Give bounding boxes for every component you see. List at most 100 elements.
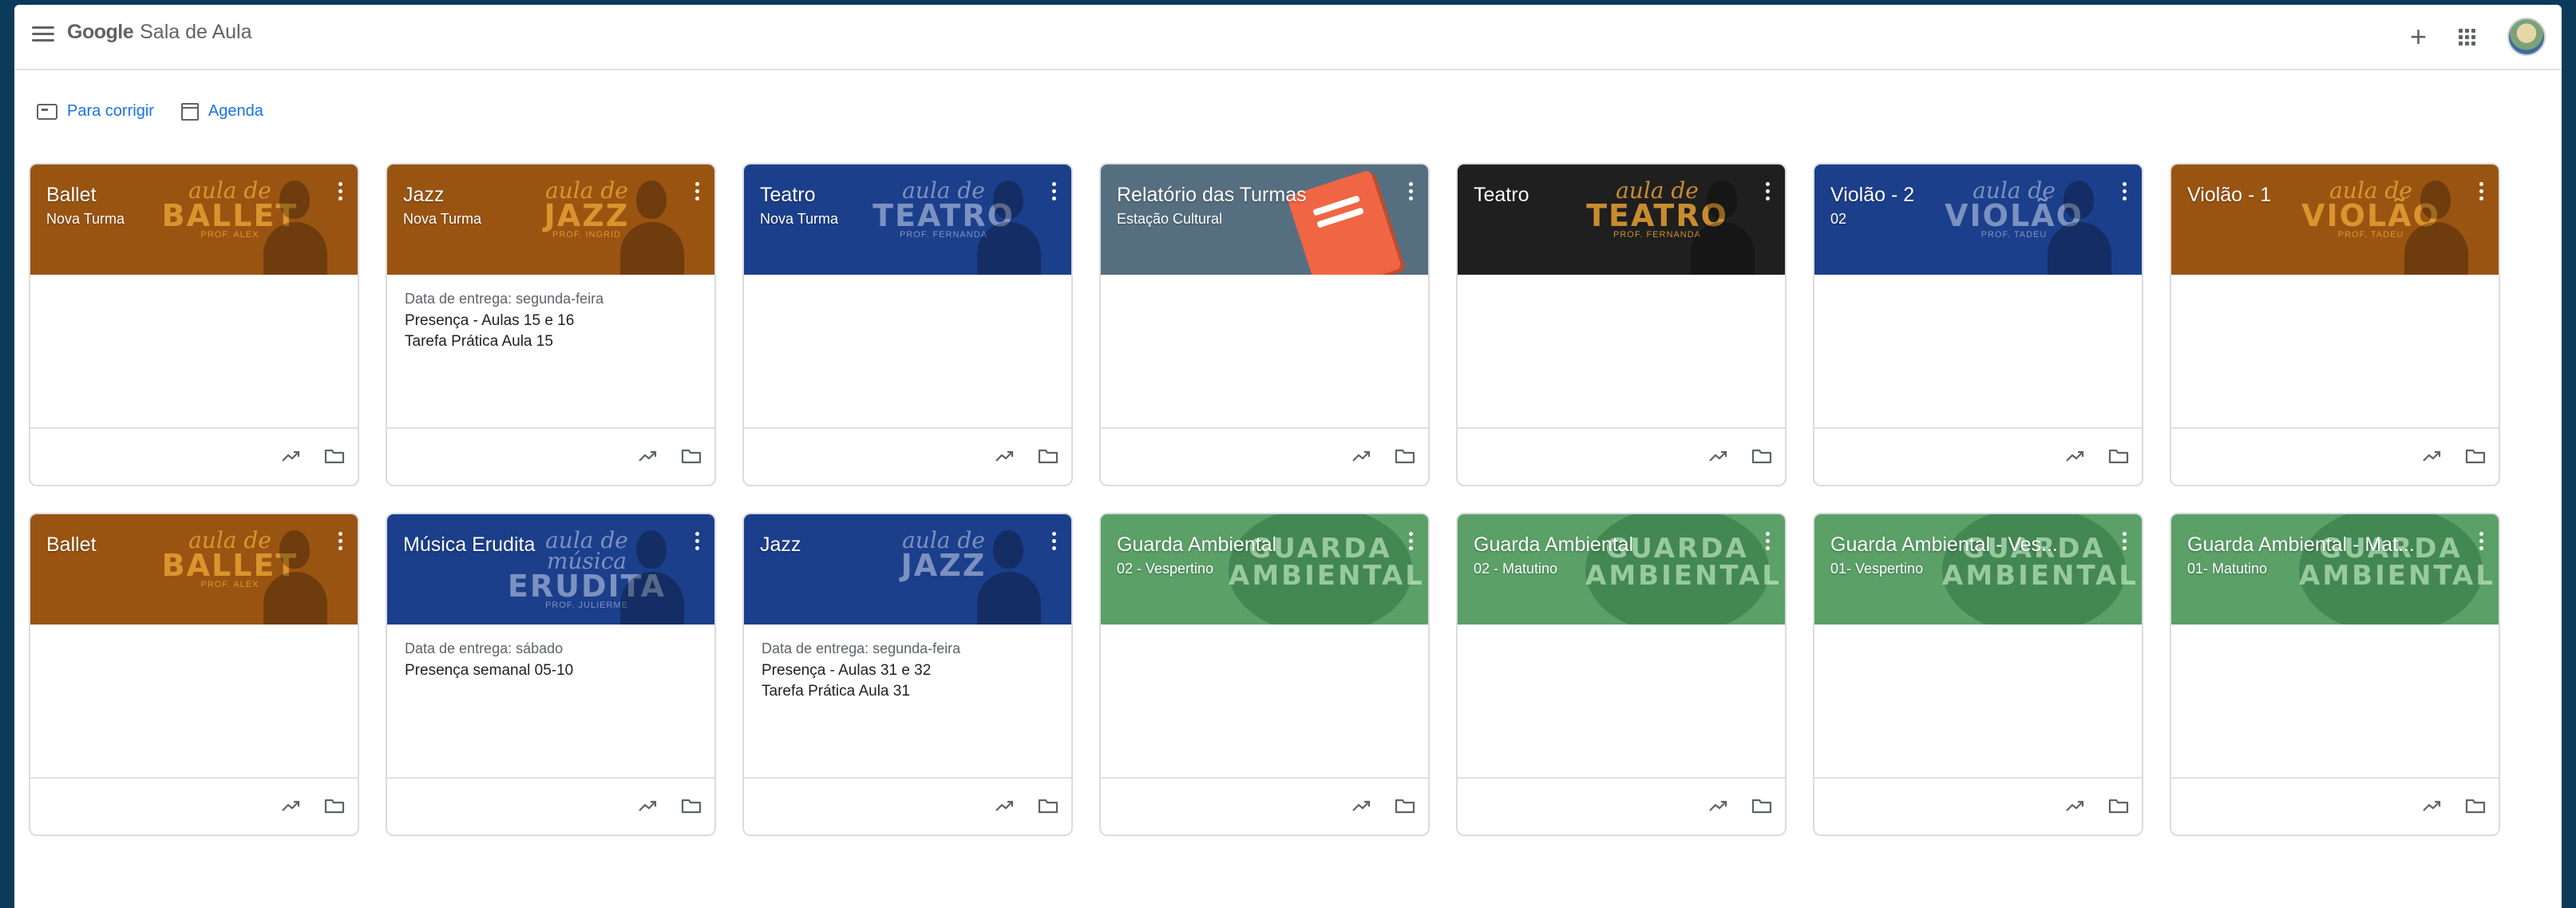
class-banner[interactable]: aula de BALLET PROF. ALEX Ballet Nova Tu… (30, 165, 358, 275)
class-card[interactable]: aula de TEATRO PROF. FERNANDA Teatro Nov… (742, 163, 1073, 486)
folder-icon[interactable] (1395, 448, 1415, 464)
folder-icon[interactable] (1038, 448, 1058, 464)
trending-up-icon[interactable] (2065, 448, 2086, 464)
class-title[interactable]: Jazz (760, 533, 801, 557)
more-options-icon[interactable] (1409, 182, 1414, 204)
class-card[interactable]: GUARDA AMBIENTAL Guarda Ambiental - Ves..… (1813, 513, 2143, 836)
class-card[interactable]: aula de JAZZ PROF. INGRID Jazz Nova Turm… (386, 163, 716, 486)
more-options-icon[interactable] (1409, 532, 1414, 553)
class-title[interactable]: Relatório das Turmas (1117, 184, 1307, 207)
class-title[interactable]: Guarda Ambiental - Mat... (2187, 533, 2415, 557)
avatar[interactable] (2507, 18, 2546, 56)
more-options-icon[interactable] (2479, 182, 2484, 204)
trending-up-icon[interactable] (995, 448, 1015, 464)
class-card[interactable]: aula de VIOLÃO PROF. TADEU Violão - 1 (2170, 163, 2500, 486)
class-banner[interactable]: GUARDA AMBIENTAL Guarda Ambiental 02 - Ma… (1458, 514, 1785, 624)
class-banner[interactable]: GUARDA AMBIENTAL Guarda Ambiental - Mat..… (2171, 514, 2499, 624)
class-title[interactable]: Guarda Ambiental - Ves... (1830, 533, 2058, 557)
more-options-icon[interactable] (1052, 532, 1057, 553)
class-banner[interactable]: aula de TEATRO PROF. FERNANDA Teatro Nov… (744, 165, 1071, 275)
assignment-link[interactable]: Tarefa Prática Aula 15 (405, 331, 697, 352)
assignment-link[interactable]: Presença - Aulas 31 e 32 (762, 660, 1054, 681)
class-card[interactable]: aula de TEATRO PROF. FERNANDA Teatro (1456, 163, 1787, 486)
folder-icon[interactable] (1038, 798, 1058, 814)
class-title[interactable]: Música Erudita (403, 533, 535, 557)
trending-up-icon[interactable] (638, 448, 659, 464)
trending-up-icon[interactable] (281, 798, 302, 814)
class-banner[interactable]: aula de JAZZ Jazz (744, 514, 1071, 624)
more-options-icon[interactable] (338, 182, 343, 204)
folder-icon[interactable] (1395, 798, 1415, 814)
trending-up-icon[interactable] (2422, 448, 2443, 464)
class-banner[interactable]: aula de VIOLÃO PROF. TADEU Violão - 2 02 (1814, 165, 2142, 275)
top-app-bar: Google Sala de Aula + (14, 5, 2562, 70)
more-options-icon[interactable] (695, 532, 700, 553)
folder-icon[interactable] (2465, 448, 2486, 464)
trending-up-icon[interactable] (1351, 798, 1372, 814)
trending-up-icon[interactable] (2422, 798, 2443, 814)
class-title[interactable]: Ballet (46, 533, 97, 557)
class-card[interactable]: GUARDA AMBIENTAL Guarda Ambiental - Mat..… (2170, 513, 2500, 836)
trending-up-icon[interactable] (1708, 798, 1729, 814)
plus-icon[interactable]: + (2410, 21, 2427, 53)
app-brand[interactable]: Google Sala de Aula (67, 21, 252, 44)
folder-icon[interactable] (681, 798, 702, 814)
class-card[interactable]: GUARDA AMBIENTAL Guarda Ambiental 02 - Ma… (1456, 513, 1787, 836)
class-card-grid: aula de BALLET PROF. ALEX Ballet Nova Tu… (29, 163, 2500, 836)
class-card-footer (30, 777, 358, 835)
folder-icon[interactable] (1751, 448, 1772, 464)
class-title[interactable]: Violão - 1 (2187, 184, 2271, 207)
assignment-link[interactable]: Tarefa Prática Aula 31 (762, 681, 1054, 702)
class-card[interactable]: aula de BALLET PROF. ALEX Ballet (29, 513, 359, 836)
class-banner[interactable]: aula de JAZZ PROF. INGRID Jazz Nova Turm… (387, 165, 714, 275)
class-card[interactable]: aula de VIOLÃO PROF. TADEU Violão - 2 02 (1813, 163, 2143, 486)
class-title[interactable]: Guarda Ambiental (1117, 533, 1276, 557)
to-review-link[interactable]: Para corrigir (37, 102, 154, 121)
class-title[interactable]: Jazz (403, 184, 444, 207)
trending-up-icon[interactable] (2065, 798, 2086, 814)
trending-up-icon[interactable] (995, 798, 1015, 814)
class-card[interactable]: Relatório das Turmas Estação Cultural (1099, 163, 1430, 486)
class-card[interactable]: GUARDA AMBIENTAL Guarda Ambiental 02 - Ve… (1099, 513, 1430, 836)
folder-icon[interactable] (681, 448, 702, 464)
folder-icon[interactable] (2108, 448, 2129, 464)
class-title[interactable]: Teatro (1474, 184, 1529, 207)
more-options-icon[interactable] (2123, 532, 2127, 553)
more-options-icon[interactable] (2123, 182, 2127, 204)
trending-up-icon[interactable] (638, 798, 659, 814)
folder-icon[interactable] (2465, 798, 2486, 814)
folder-icon[interactable] (324, 798, 345, 814)
more-options-icon[interactable] (2479, 532, 2484, 553)
folder-icon[interactable] (1751, 798, 1772, 814)
more-options-icon[interactable] (1766, 532, 1771, 553)
class-title[interactable]: Teatro (760, 184, 815, 207)
trending-up-icon[interactable] (281, 448, 302, 464)
folder-icon[interactable] (324, 448, 345, 464)
assignment-link[interactable]: Presença - Aulas 15 e 16 (405, 311, 697, 331)
more-options-icon[interactable] (695, 182, 700, 204)
folder-icon[interactable] (2108, 798, 2129, 814)
more-options-icon[interactable] (1766, 182, 1771, 204)
assignment-link[interactable]: Presença semanal 05-10 (405, 660, 697, 681)
class-banner[interactable]: aula de BALLET PROF. ALEX Ballet (30, 514, 358, 624)
class-banner[interactable]: Relatório das Turmas Estação Cultural (1101, 165, 1428, 275)
class-banner[interactable]: aula de VIOLÃO PROF. TADEU Violão - 1 (2171, 165, 2499, 275)
class-upcoming-work (30, 275, 358, 422)
class-banner[interactable]: aula de música ERUDITA PROF. JULIERME Mú… (387, 514, 714, 624)
class-title[interactable]: Guarda Ambiental (1474, 533, 1633, 557)
class-banner[interactable]: GUARDA AMBIENTAL Guarda Ambiental - Ves..… (1814, 514, 2142, 624)
more-options-icon[interactable] (338, 532, 343, 553)
trending-up-icon[interactable] (1708, 448, 1729, 464)
trending-up-icon[interactable] (1351, 448, 1372, 464)
class-title[interactable]: Violão - 2 (1830, 184, 1914, 207)
class-title[interactable]: Ballet (46, 184, 97, 207)
class-card[interactable]: aula de BALLET PROF. ALEX Ballet Nova Tu… (29, 163, 359, 486)
class-banner[interactable]: aula de TEATRO PROF. FERNANDA Teatro (1458, 165, 1785, 275)
apps-grid-icon[interactable] (2459, 28, 2475, 46)
menu-icon[interactable] (32, 22, 54, 45)
class-banner[interactable]: GUARDA AMBIENTAL Guarda Ambiental 02 - Ve… (1101, 514, 1428, 624)
calendar-link[interactable]: Agenda (180, 102, 263, 121)
class-card[interactable]: aula de música ERUDITA PROF. JULIERME Mú… (386, 513, 716, 836)
more-options-icon[interactable] (1052, 182, 1057, 204)
class-card[interactable]: aula de JAZZ Jazz Data de entrega: segun… (742, 513, 1073, 836)
